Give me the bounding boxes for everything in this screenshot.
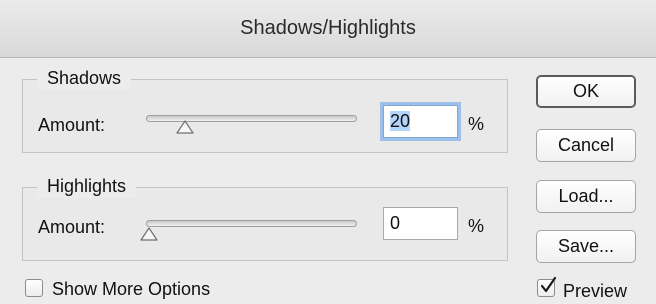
dialog-title: Shadows/Highlights [240, 17, 416, 39]
shadows-amount-value: 20 [390, 111, 411, 131]
highlights-group-label: Highlights [37, 174, 137, 198]
highlights-slider-thumb[interactable] [140, 227, 158, 241]
checkmark-icon [540, 276, 557, 293]
load-button[interactable]: Load... [536, 180, 636, 213]
save-button[interactable]: Save... [536, 230, 636, 263]
shadows-group-label: Shadows [37, 66, 132, 90]
highlights-amount-label: Amount: [38, 217, 106, 237]
cancel-button[interactable]: Cancel [536, 129, 636, 162]
highlights-amount-input[interactable]: 0 [383, 207, 458, 240]
highlights-amount-value: 0 [390, 213, 401, 233]
dialog-title-bar[interactable]: Shadows/Highlights [0, 0, 656, 58]
shadows-amount-label: Amount: [38, 115, 106, 135]
highlights-amount-slider[interactable] [146, 220, 357, 227]
shadows-percent-sign: % [468, 114, 485, 134]
highlights-percent-sign: % [468, 216, 485, 236]
ok-button[interactable]: OK [536, 75, 636, 108]
preview-label[interactable]: Preview [563, 281, 627, 302]
preview-checkbox[interactable] [537, 276, 557, 297]
show-more-options-checkbox[interactable] [25, 279, 43, 297]
shadows-amount-input[interactable]: 20 [383, 105, 458, 138]
show-more-options-label[interactable]: Show More Options [52, 279, 210, 300]
shadows-slider-thumb[interactable] [176, 120, 194, 134]
